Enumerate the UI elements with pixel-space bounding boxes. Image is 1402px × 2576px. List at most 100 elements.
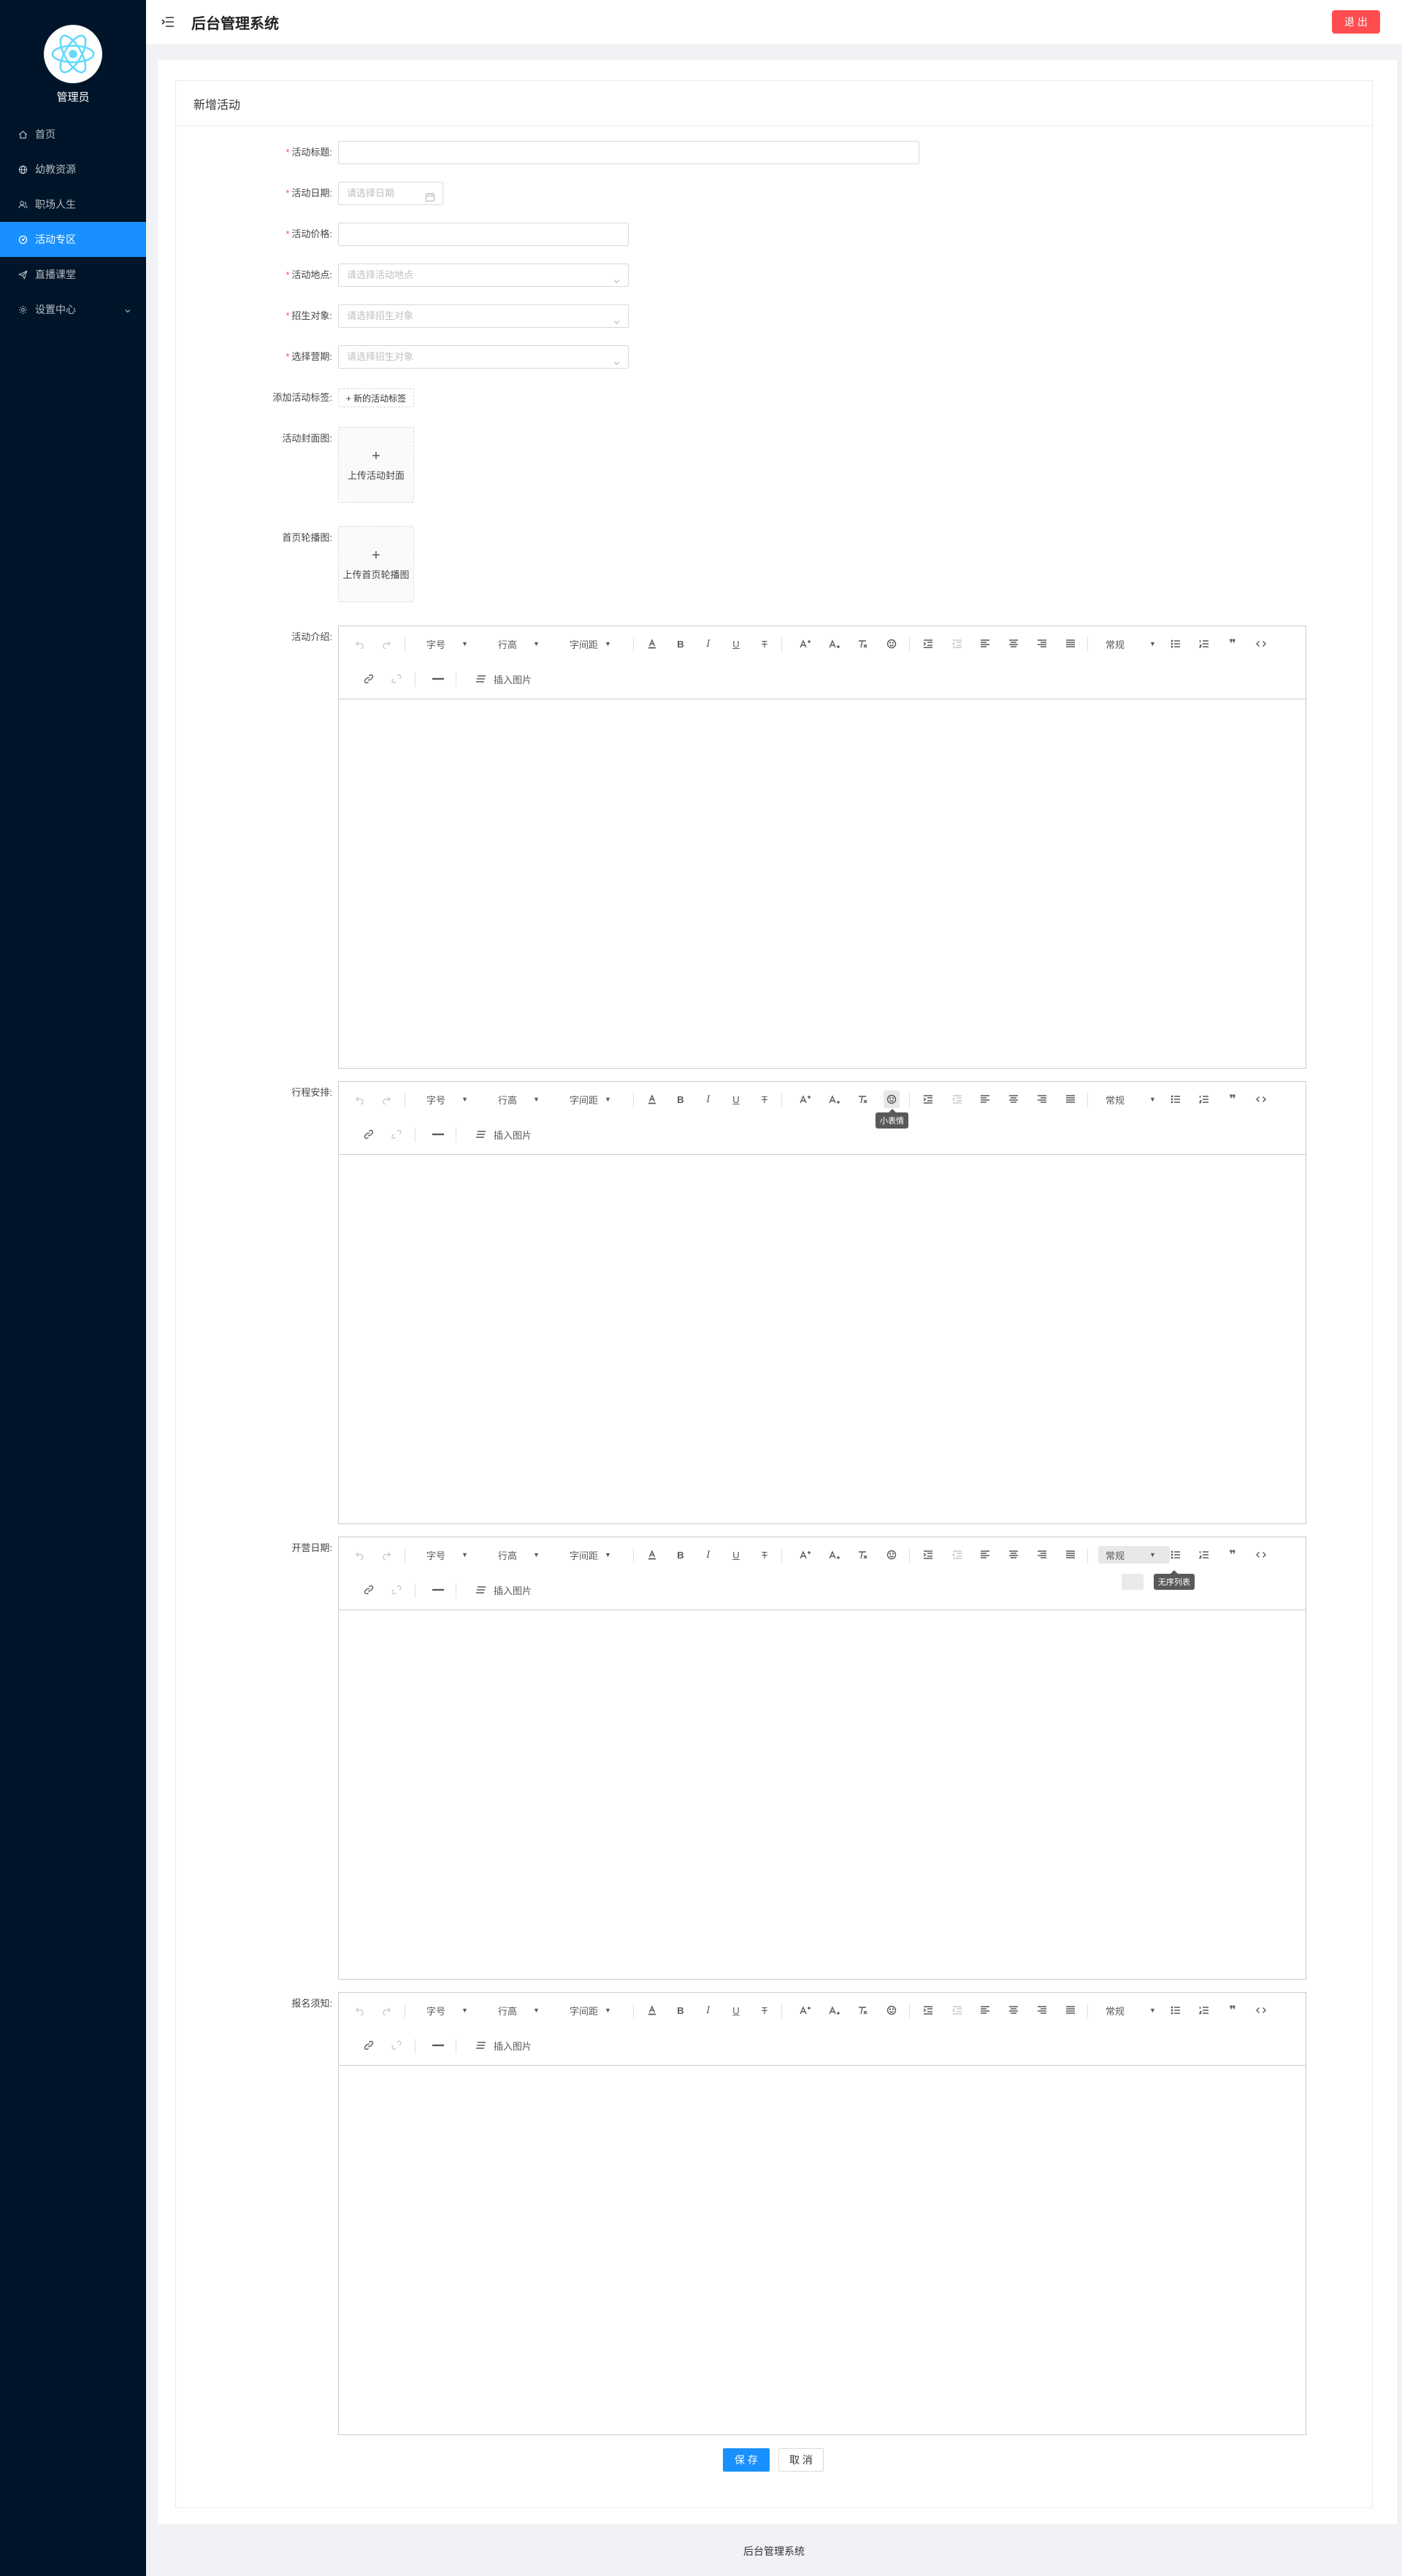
subscript-icon[interactable] — [827, 635, 843, 653]
activity-date-picker[interactable]: 请选择日期 — [338, 182, 443, 205]
underline-button[interactable]: U — [728, 635, 744, 653]
unordered-list-icon[interactable] — [1168, 1091, 1184, 1108]
line-height-select[interactable]: 行高 ▼ — [491, 1546, 552, 1564]
link-icon[interactable] — [361, 1126, 377, 1143]
subscript-icon[interactable] — [827, 1546, 843, 1564]
strike-button[interactable]: T — [756, 1091, 773, 1108]
align-center-icon[interactable] — [1005, 2002, 1022, 2019]
align-justify-icon[interactable] — [1062, 1091, 1079, 1108]
superscript-icon[interactable] — [797, 2002, 813, 2019]
align-right-icon[interactable] — [1034, 2002, 1050, 2019]
editor-content-area[interactable] — [339, 1155, 1306, 1523]
image-icon[interactable] — [473, 670, 489, 688]
font-color-icon[interactable] — [644, 2002, 660, 2019]
image-icon[interactable] — [473, 2037, 489, 2054]
font-color-icon[interactable] — [644, 1091, 660, 1108]
unlink-icon[interactable] — [388, 1581, 405, 1599]
align-left-icon[interactable] — [977, 635, 993, 653]
outdent-icon[interactable] — [949, 2002, 965, 2019]
underline-button[interactable]: U — [728, 1546, 744, 1564]
sidebar-item-activities[interactable]: 活动专区 — [0, 222, 146, 257]
indent-icon[interactable] — [920, 635, 936, 653]
letter-spacing-select[interactable]: 字间距 ▼ — [562, 1546, 624, 1564]
ordered-list-icon[interactable] — [1196, 1091, 1212, 1108]
sidebar-item-settings[interactable]: 设置中心 — [0, 292, 146, 327]
align-right-icon[interactable] — [1034, 1546, 1050, 1564]
align-right-icon[interactable] — [1034, 1091, 1050, 1108]
line-height-select[interactable]: 行高 ▼ — [491, 1091, 552, 1108]
activity-location-select[interactable]: 请选择活动地点 — [338, 264, 629, 287]
insert-image-button[interactable]: 插入图片 — [494, 2037, 537, 2054]
font-size-select[interactable]: 字号 ▼ — [419, 1546, 480, 1564]
superscript-icon[interactable] — [797, 635, 813, 653]
horizontal-line-icon[interactable] — [429, 2037, 447, 2054]
strike-button[interactable]: T — [756, 1546, 773, 1564]
editor-content-area[interactable] — [339, 699, 1306, 1068]
ordered-list-icon[interactable] — [1196, 635, 1212, 653]
indent-icon[interactable] — [920, 1091, 936, 1108]
editor-content-area[interactable] — [339, 2066, 1306, 2434]
strike-button[interactable]: T — [756, 635, 773, 653]
sidebar-item-career[interactable]: 职场人生 — [0, 187, 146, 222]
bold-button[interactable]: B — [673, 635, 689, 653]
activity-title-input[interactable] — [338, 141, 919, 164]
unordered-list-icon[interactable] — [1168, 1546, 1184, 1564]
unlink-icon[interactable] — [388, 1126, 405, 1143]
subscript-icon[interactable] — [827, 1091, 843, 1108]
logout-button[interactable]: 退 出 — [1332, 10, 1380, 34]
outdent-icon[interactable] — [949, 1546, 965, 1564]
insert-image-button[interactable]: 插入图片 — [494, 1126, 537, 1143]
outdent-icon[interactable] — [949, 635, 965, 653]
editor-content-area[interactable] — [339, 1610, 1306, 1979]
underline-button[interactable]: U — [728, 2002, 744, 2019]
align-center-icon[interactable] — [1005, 1546, 1022, 1564]
link-icon[interactable] — [361, 670, 377, 688]
code-icon[interactable] — [1253, 1091, 1269, 1108]
bold-button[interactable]: B — [673, 1546, 689, 1564]
italic-button[interactable]: I — [700, 2002, 716, 2019]
code-icon[interactable] — [1253, 1546, 1269, 1564]
quote-button[interactable]: ❞ — [1225, 1546, 1241, 1564]
font-size-select[interactable]: 字号 ▼ — [419, 635, 480, 653]
cancel-button[interactable]: 取 消 — [778, 2448, 824, 2472]
superscript-icon[interactable] — [797, 1091, 813, 1108]
ordered-list-icon[interactable] — [1196, 2002, 1212, 2019]
font-color-icon[interactable] — [644, 1546, 660, 1564]
italic-button[interactable]: I — [700, 635, 716, 653]
align-right-icon[interactable] — [1034, 635, 1050, 653]
redo-icon[interactable] — [379, 2002, 394, 2019]
sidebar-item-home[interactable]: 首页 — [0, 117, 146, 152]
cover-upload[interactable]: + 上传活动封面 — [338, 427, 414, 503]
font-size-select[interactable]: 字号 ▼ — [419, 2002, 480, 2019]
image-icon[interactable] — [473, 1581, 489, 1599]
indent-icon[interactable] — [920, 2002, 936, 2019]
align-center-icon[interactable] — [1005, 1091, 1022, 1108]
strike-button[interactable]: T — [756, 2002, 773, 2019]
align-justify-icon[interactable] — [1062, 1546, 1079, 1564]
letter-spacing-select[interactable]: 字间距 ▼ — [562, 1091, 624, 1108]
superscript-icon[interactable] — [797, 1546, 813, 1564]
indent-icon[interactable] — [920, 1546, 936, 1564]
italic-button[interactable]: I — [700, 1546, 716, 1564]
emoji-icon[interactable] — [884, 635, 900, 653]
letter-spacing-select[interactable]: 字间距 ▼ — [562, 635, 624, 653]
code-icon[interactable] — [1253, 2002, 1269, 2019]
sidebar-item-live[interactable]: 直播课堂 — [0, 257, 146, 292]
activity-price-input[interactable] — [338, 223, 629, 246]
horizontal-line-icon[interactable] — [429, 1126, 447, 1143]
align-justify-icon[interactable] — [1062, 2002, 1079, 2019]
avatar[interactable] — [44, 25, 102, 83]
outdent-icon[interactable] — [949, 1091, 965, 1108]
bold-button[interactable]: B — [673, 1091, 689, 1108]
link-icon[interactable] — [361, 1581, 377, 1599]
quote-button[interactable]: ❞ — [1225, 2002, 1241, 2019]
heading-select[interactable]: 常规 ▼ — [1098, 2002, 1170, 2019]
heading-select[interactable]: 常规 ▼ — [1098, 1546, 1170, 1564]
line-height-select[interactable]: 行高 ▼ — [491, 2002, 552, 2019]
unordered-list-icon[interactable] — [1168, 2002, 1184, 2019]
clear-format-icon[interactable] — [854, 2002, 870, 2019]
align-left-icon[interactable] — [977, 2002, 993, 2019]
underline-button[interactable]: U — [728, 1091, 744, 1108]
undo-icon[interactable] — [352, 1546, 367, 1564]
undo-icon[interactable] — [352, 1091, 367, 1108]
